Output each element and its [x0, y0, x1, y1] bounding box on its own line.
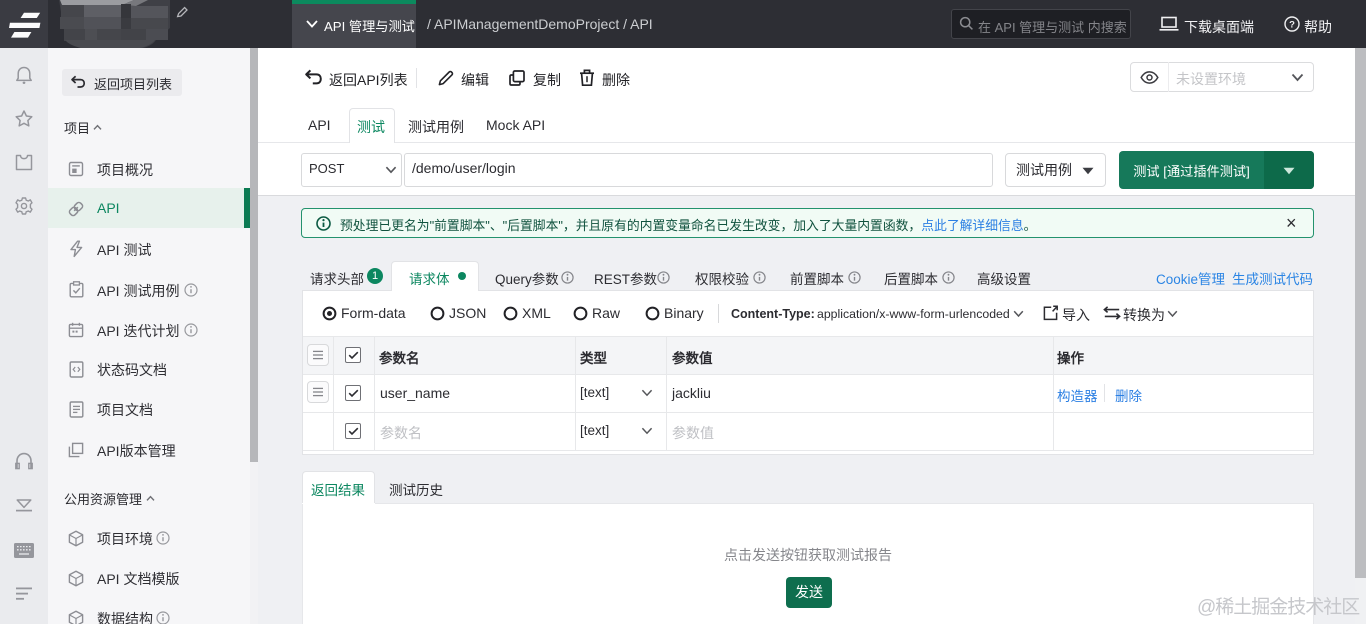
svg-text:?: ?	[1289, 19, 1295, 30]
